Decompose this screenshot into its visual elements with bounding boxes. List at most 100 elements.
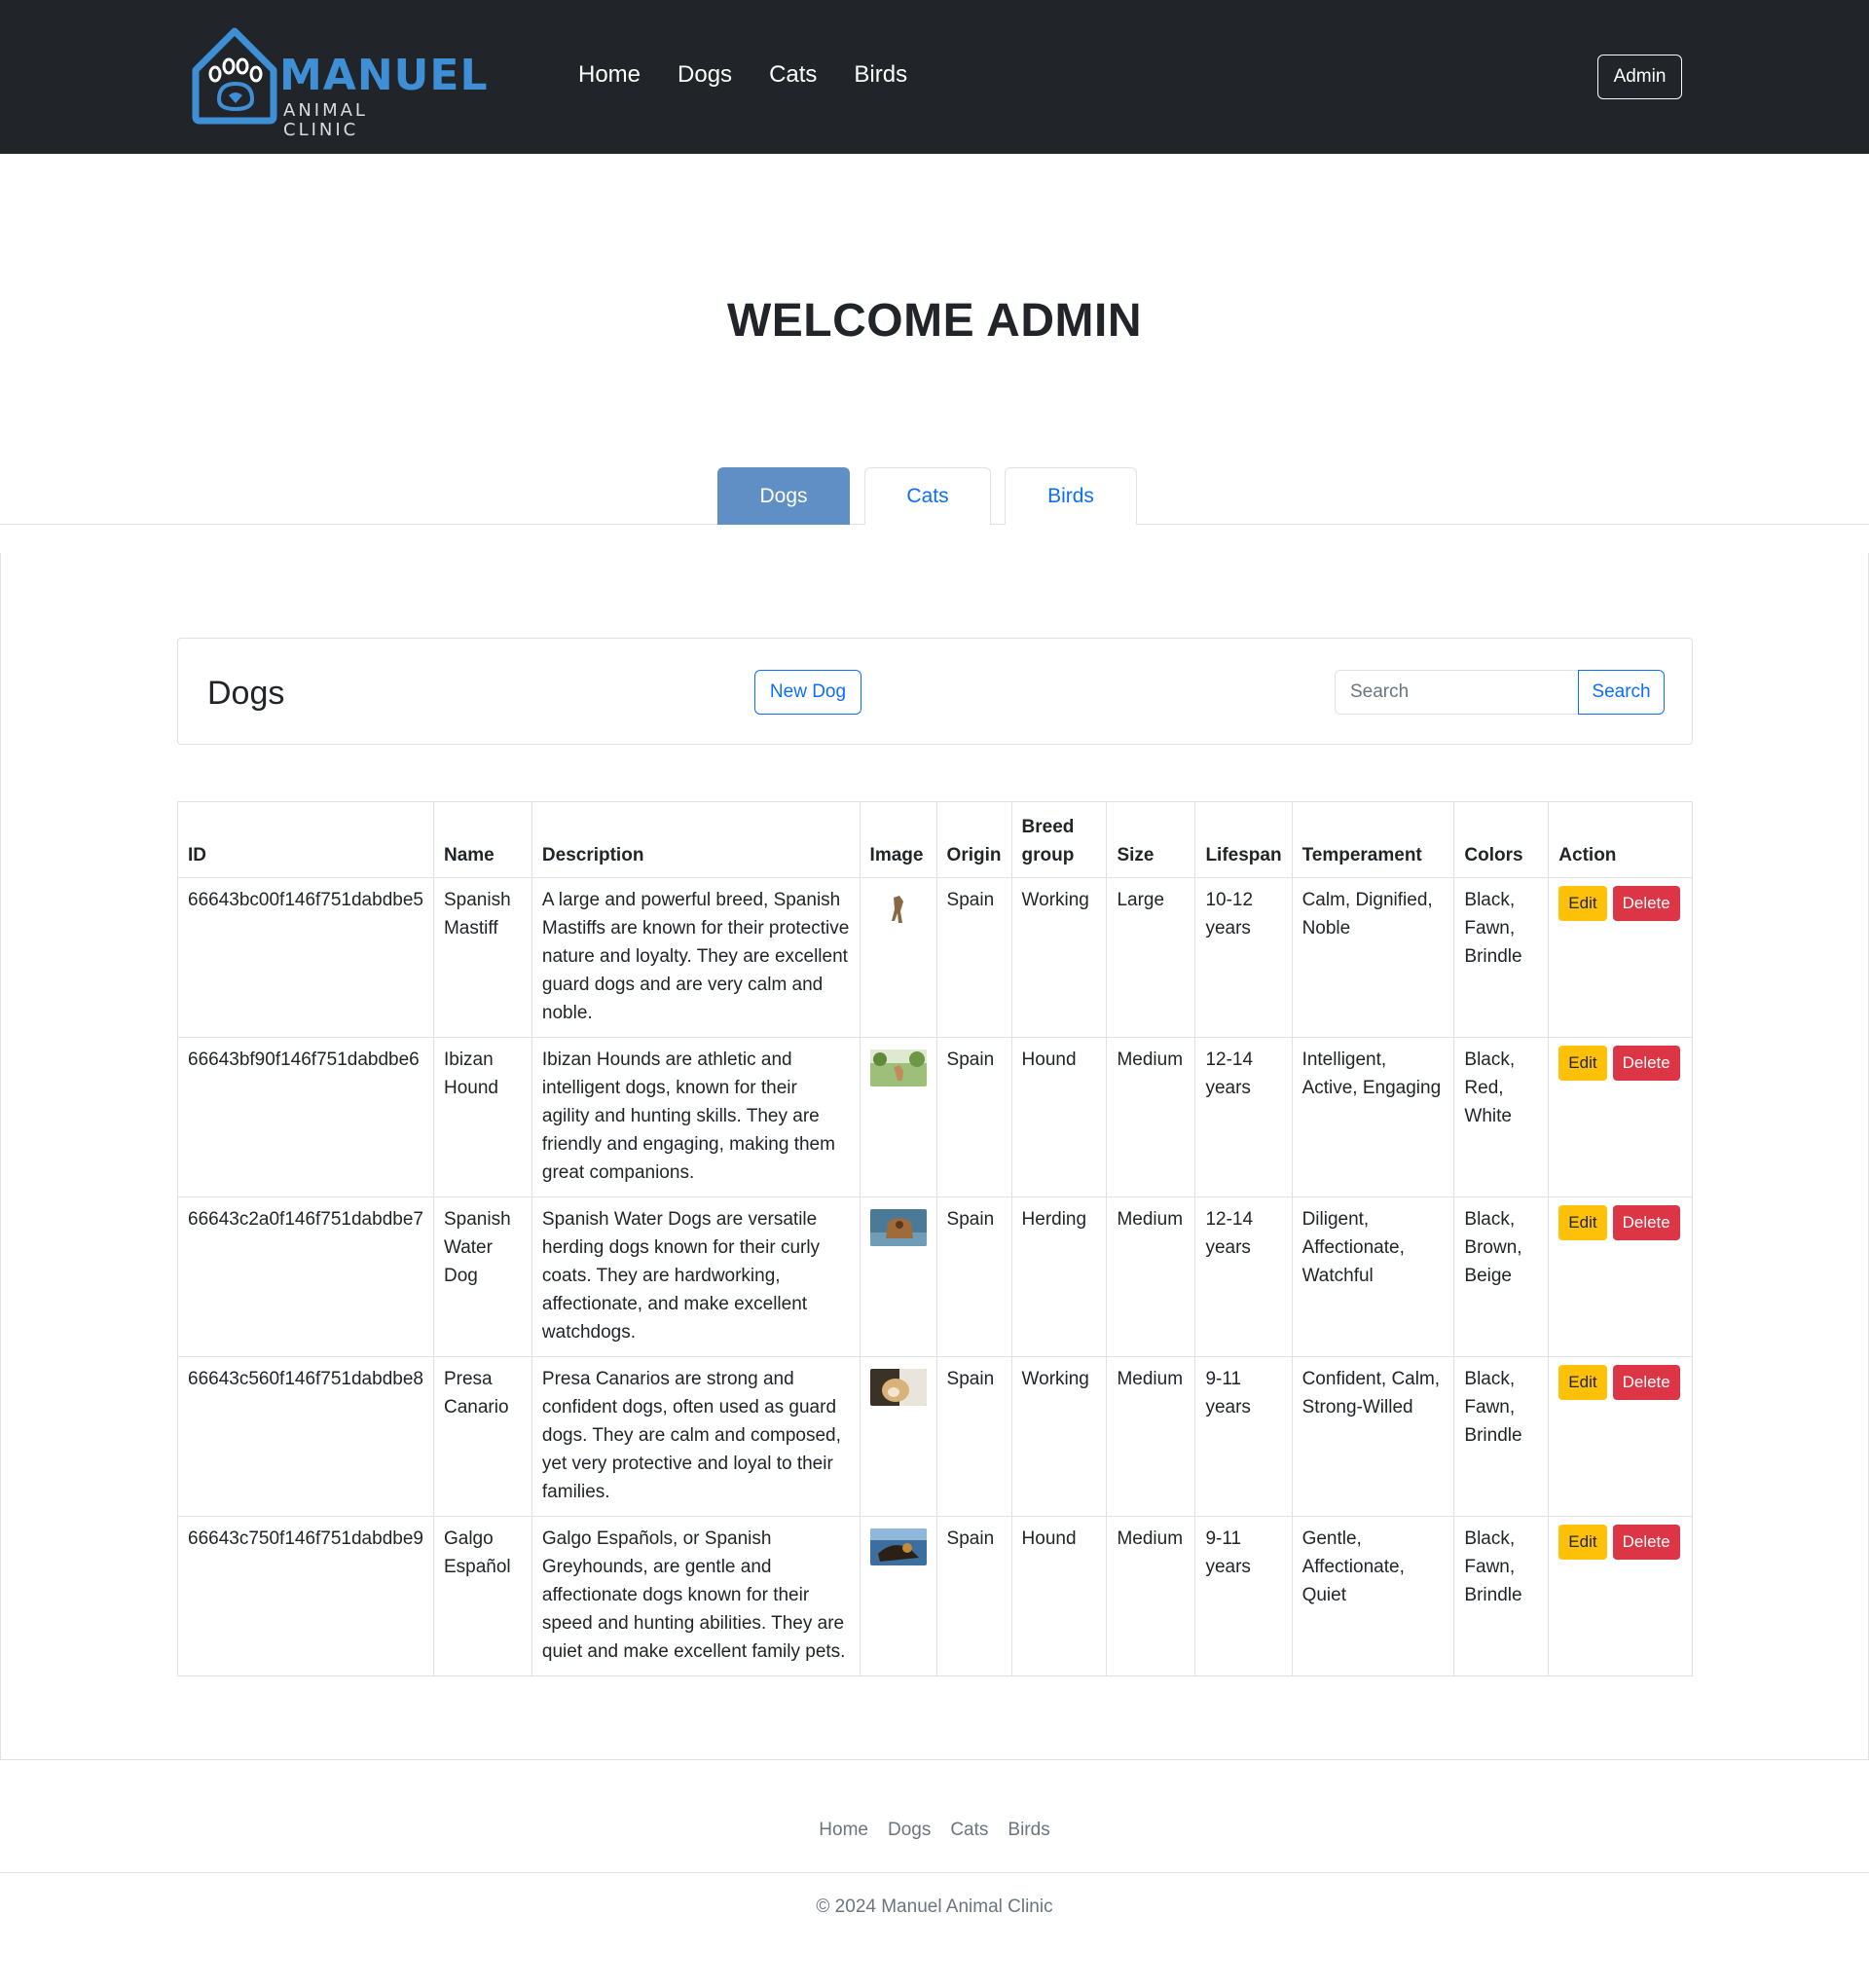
cell-description: A large and powerful breed, Spanish Mast… <box>531 877 861 1038</box>
brand-subtitle: ANIMAL CLINIC <box>283 100 368 140</box>
search-button[interactable]: Search <box>1578 670 1665 715</box>
column-header: Size <box>1106 801 1196 878</box>
table-row: 66643bc00f146f751dabdbe5 Spanish Mastiff… <box>177 877 1693 1038</box>
cell-temperament: Gentle, Affectionate, Quiet <box>1291 1516 1455 1676</box>
admin-button[interactable]: Admin <box>1597 55 1682 99</box>
cell-actions: Edit Delete <box>1548 1356 1693 1517</box>
cell-description: Presa Canarios are strong and confident … <box>531 1356 861 1517</box>
cell-id: 66643c750f146f751dabdbe9 <box>177 1516 434 1676</box>
dog-photo <box>869 1049 927 1086</box>
cell-image <box>859 1196 937 1357</box>
delete-button[interactable]: Delete <box>1612 1365 1680 1400</box>
cell-size: Medium <box>1106 1196 1196 1357</box>
nav-cats[interactable]: Cats <box>769 60 817 90</box>
cell-description: Galgo Españols, or Spanish Greyhounds, a… <box>531 1516 861 1676</box>
delete-button[interactable]: Delete <box>1612 1046 1680 1081</box>
footer-link-home[interactable]: Home <box>819 1819 868 1842</box>
edit-button[interactable]: Edit <box>1558 886 1607 921</box>
cell-temperament: Intelligent, Active, Engaging <box>1291 1037 1455 1197</box>
dog-photo <box>869 1528 927 1565</box>
cell-origin: Spain <box>935 1037 1012 1197</box>
cell-group: Working <box>1010 877 1108 1038</box>
edit-button[interactable]: Edit <box>1558 1365 1607 1400</box>
footer-divider <box>0 1872 1869 1873</box>
cell-origin: Spain <box>935 1516 1012 1676</box>
nav-birds[interactable]: Birds <box>854 60 907 90</box>
footer-link-birds[interactable]: Birds <box>1008 1819 1049 1842</box>
edit-button[interactable]: Edit <box>1558 1205 1607 1240</box>
dogs-table: ID Name Description Image Origin Breed g… <box>177 801 1693 1676</box>
dog-photo <box>869 1209 927 1246</box>
main-nav: Home Dogs Cats Birds <box>578 60 944 90</box>
dog-photo <box>869 1369 927 1406</box>
column-header: Lifespan <box>1194 801 1293 878</box>
cell-group: Hound <box>1010 1037 1108 1197</box>
cell-lifespan: 9-11 years <box>1194 1516 1293 1676</box>
table-row: 66643c750f146f751dabdbe9 Galgo Español G… <box>177 1516 1693 1676</box>
cell-colors: Black, Red, White <box>1453 1037 1550 1197</box>
column-header: Image <box>859 801 937 878</box>
nav-dogs[interactable]: Dogs <box>678 60 732 90</box>
cell-origin: Spain <box>935 1356 1012 1517</box>
tab-cats[interactable]: Cats <box>864 467 991 525</box>
table-header-row: ID Name Description Image Origin Breed g… <box>177 801 1693 878</box>
cell-temperament: Diligent, Affectionate, Watchful <box>1291 1196 1455 1357</box>
cell-id: 66643c560f146f751dabdbe8 <box>177 1356 434 1517</box>
cell-description: Ibizan Hounds are athletic and intellige… <box>531 1037 861 1197</box>
tab-dogs[interactable]: Dogs <box>717 467 850 525</box>
footer-nav: Home Dogs Cats Birds <box>0 1819 1869 1842</box>
cell-id: 66643bf90f146f751dabdbe6 <box>177 1037 434 1197</box>
cell-lifespan: 10-12 years <box>1194 877 1293 1038</box>
copyright-text: © 2024 Manuel Animal Clinic <box>816 1896 1053 1917</box>
table-row: 66643bf90f146f751dabdbe6 Ibizan Hound Ib… <box>177 1037 1693 1197</box>
cell-actions: Edit Delete <box>1548 1516 1693 1676</box>
section-title: Dogs <box>207 675 285 712</box>
cell-temperament: Confident, Calm, Strong-Willed <box>1291 1356 1455 1517</box>
cell-image <box>859 1356 937 1517</box>
clinic-logo[interactable]: MANUEL ANIMAL CLINIC <box>190 23 487 140</box>
welcome-heading: WELCOME ADMIN <box>726 295 1142 347</box>
footer-link-cats[interactable]: Cats <box>950 1819 988 1842</box>
cell-name: Presa Canario <box>432 1356 532 1517</box>
cell-colors: Black, Fawn, Brindle <box>1453 877 1550 1038</box>
table-row: 66643c560f146f751dabdbe8 Presa Canario P… <box>177 1356 1693 1517</box>
footer-link-dogs[interactable]: Dogs <box>888 1819 931 1842</box>
cell-colors: Black, Brown, Beige <box>1453 1196 1550 1357</box>
cell-image <box>859 1037 937 1197</box>
dog-photo <box>869 890 927 927</box>
delete-button[interactable]: Delete <box>1612 1205 1680 1240</box>
cell-group: Herding <box>1010 1196 1108 1357</box>
column-header: Colors <box>1453 801 1550 878</box>
cell-size: Large <box>1106 877 1196 1038</box>
cell-lifespan: 12-14 years <box>1194 1037 1293 1197</box>
dogs-card-header: Dogs New Dog Search Search <box>177 638 1693 745</box>
nav-home[interactable]: Home <box>578 60 641 90</box>
cell-id: 66643bc00f146f751dabdbe5 <box>177 877 434 1038</box>
cell-actions: Edit Delete <box>1548 1037 1693 1197</box>
cell-image <box>859 1516 937 1676</box>
column-header: Action <box>1548 801 1693 878</box>
delete-button[interactable]: Delete <box>1612 886 1680 921</box>
cell-colors: Black, Fawn, Brindle <box>1453 1356 1550 1517</box>
delete-button[interactable]: Delete <box>1612 1525 1680 1560</box>
edit-button[interactable]: Edit <box>1558 1046 1607 1081</box>
cell-actions: Edit Delete <box>1548 877 1693 1038</box>
brand-title: MANUEL <box>279 51 489 100</box>
cell-group: Hound <box>1010 1516 1108 1676</box>
cell-actions: Edit Delete <box>1548 1196 1693 1357</box>
cell-lifespan: 12-14 years <box>1194 1196 1293 1357</box>
tab-birds[interactable]: Birds <box>1005 467 1137 525</box>
edit-button[interactable]: Edit <box>1558 1525 1607 1560</box>
cell-description: Spanish Water Dogs are versatile herding… <box>531 1196 861 1357</box>
column-header: Name <box>432 801 532 878</box>
cell-size: Medium <box>1106 1037 1196 1197</box>
cell-id: 66643c2a0f146f751dabdbe7 <box>177 1196 434 1357</box>
search-input[interactable]: Search <box>1335 670 1580 715</box>
column-header: Breed group <box>1010 801 1108 878</box>
cell-size: Medium <box>1106 1356 1196 1517</box>
new-dog-button[interactable]: New Dog <box>754 670 861 715</box>
cell-size: Medium <box>1106 1516 1196 1676</box>
cell-name: Spanish Mastiff <box>432 877 532 1038</box>
column-header: Origin <box>935 801 1012 878</box>
column-header: Description <box>531 801 861 878</box>
